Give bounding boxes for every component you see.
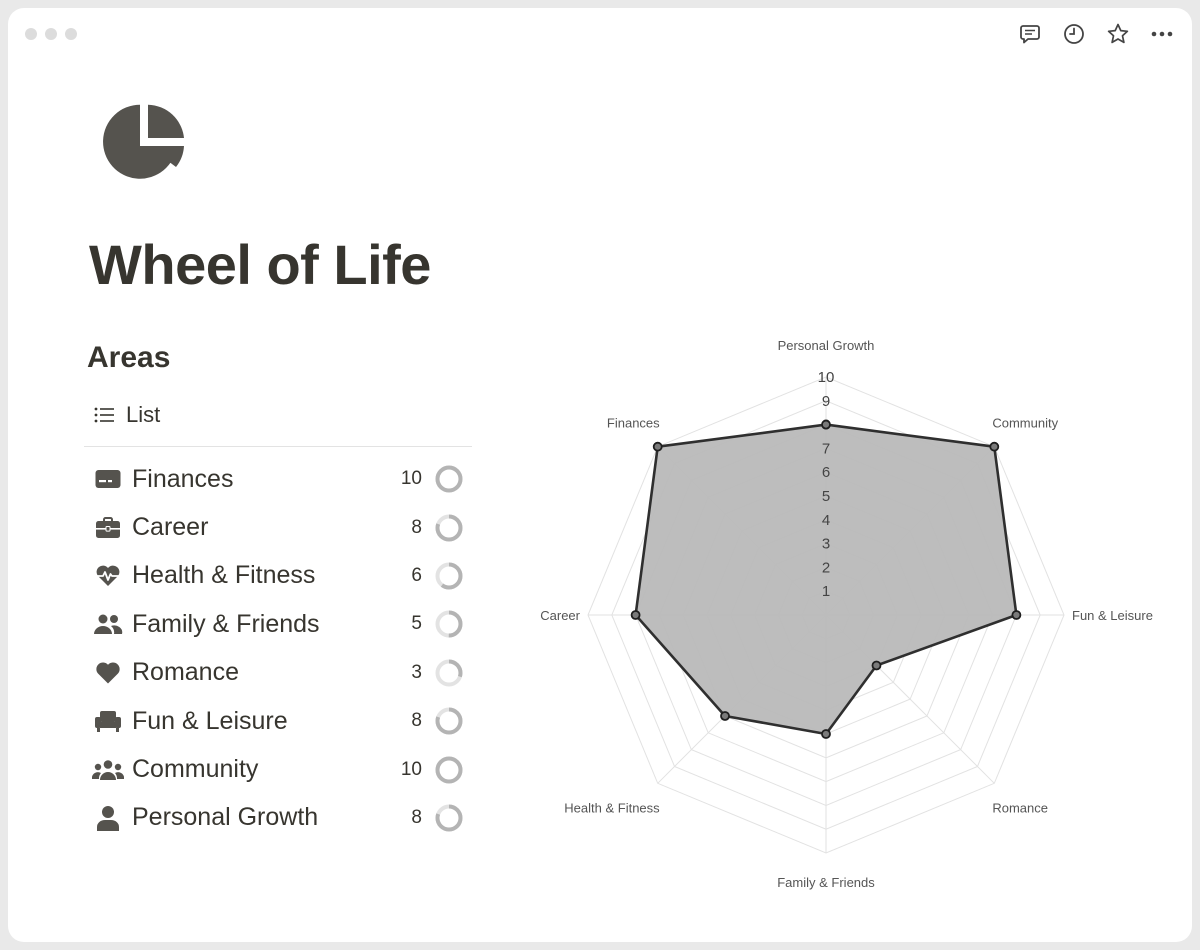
axis-label: Career <box>540 608 580 623</box>
favorite-button[interactable] <box>1106 22 1130 46</box>
person-icon <box>92 802 124 834</box>
tick-label: 4 <box>822 512 830 529</box>
area-name: Romance <box>132 658 239 687</box>
view-tab-list[interactable]: List <box>94 402 160 428</box>
data-point <box>720 711 730 721</box>
area-score: 3 <box>411 661 422 683</box>
tick-label: 10 <box>818 369 835 386</box>
credit-card-icon <box>92 463 124 495</box>
areas-list: Finances 10 Career 8 Health & Fitness 6 <box>84 455 472 842</box>
window-controls <box>25 28 77 40</box>
area-name: Community <box>132 755 259 784</box>
area-name: Personal Growth <box>132 803 319 832</box>
tick-label: 5 <box>822 488 830 505</box>
heart-icon <box>92 657 124 689</box>
data-point <box>652 441 663 452</box>
briefcase-icon <box>92 512 124 544</box>
list-item[interactable]: Family & Friends 5 <box>84 600 472 648</box>
history-button[interactable] <box>1062 22 1086 46</box>
list-item[interactable]: Finances 10 <box>84 455 472 503</box>
data-point <box>871 660 882 671</box>
progress-ring <box>435 756 463 784</box>
progress-ring <box>435 465 463 493</box>
progress-ring <box>435 610 463 638</box>
data-point <box>1011 610 1022 620</box>
close-dot[interactable] <box>25 28 37 40</box>
list-item[interactable]: Romance 3 <box>84 649 472 697</box>
comment-icon <box>1020 25 1040 44</box>
minimize-dot[interactable] <box>45 28 57 40</box>
zoom-dot[interactable] <box>65 28 77 40</box>
axis-label: Finances <box>607 416 660 431</box>
axis-label: Community <box>992 416 1058 431</box>
area-score: 10 <box>400 468 422 490</box>
progress-ring <box>435 707 463 735</box>
data-point <box>821 419 831 430</box>
user-pair-icon <box>92 608 124 640</box>
area-score: 8 <box>411 516 422 538</box>
more-icon <box>1151 31 1173 37</box>
list-item[interactable]: Career 8 <box>84 503 472 551</box>
pie-chart-icon[interactable] <box>102 100 186 184</box>
area-score: 6 <box>411 564 422 586</box>
axis-label: Family & Friends <box>777 875 875 890</box>
app-window: Wheel of Life Areas List Finances 10 Car… <box>8 8 1192 942</box>
tick-label: 3 <box>822 536 830 553</box>
area-score: 8 <box>411 806 422 828</box>
view-tab-label: List <box>126 402 161 427</box>
area-score: 5 <box>411 613 422 635</box>
data-point <box>630 610 641 620</box>
tick-label: 2 <box>822 559 830 576</box>
data-point <box>821 729 831 739</box>
tick-label: 1 <box>822 583 830 600</box>
progress-ring <box>435 562 463 590</box>
tick-label: 6 <box>822 464 830 481</box>
list-item[interactable]: Fun & Leisure 8 <box>84 697 472 745</box>
more-button[interactable] <box>1150 22 1174 46</box>
area-name: Health & Fitness <box>132 561 316 590</box>
radar-chart: 12345678910Personal GrowthCommunityFun &… <box>540 338 1153 890</box>
area-name: Career <box>132 513 209 542</box>
list-icon <box>94 407 114 423</box>
progress-ring <box>435 804 463 832</box>
section-title: Areas <box>87 341 171 374</box>
star-icon <box>1107 23 1129 44</box>
comments-button[interactable] <box>1018 22 1042 46</box>
top-actions <box>1018 22 1174 46</box>
page-title: Wheel of Life <box>89 233 431 296</box>
area-name: Fun & Leisure <box>132 706 288 735</box>
progress-ring <box>435 514 463 542</box>
progress-ring <box>435 659 463 687</box>
list-item[interactable]: Personal Growth 8 <box>84 794 472 842</box>
clock-icon <box>1064 24 1084 44</box>
group-icon <box>92 754 124 786</box>
tick-label: 9 <box>822 393 830 410</box>
area-score: 10 <box>400 758 422 780</box>
list-item[interactable]: Health & Fitness 6 <box>84 552 472 600</box>
axis-label: Romance <box>992 800 1048 815</box>
view-divider <box>84 446 472 447</box>
armchair-icon <box>92 705 124 737</box>
area-name: Family & Friends <box>132 609 320 638</box>
axis-label: Health & Fitness <box>564 800 660 815</box>
list-item[interactable]: Community 10 <box>84 745 472 793</box>
data-point <box>989 441 1000 452</box>
area-score: 8 <box>411 710 422 732</box>
axis-label: Fun & Leisure <box>1072 608 1153 623</box>
tick-label: 7 <box>822 440 830 457</box>
heartbeat-icon <box>92 560 124 592</box>
axis-label: Personal Growth <box>778 338 875 353</box>
area-name: Finances <box>132 464 234 493</box>
